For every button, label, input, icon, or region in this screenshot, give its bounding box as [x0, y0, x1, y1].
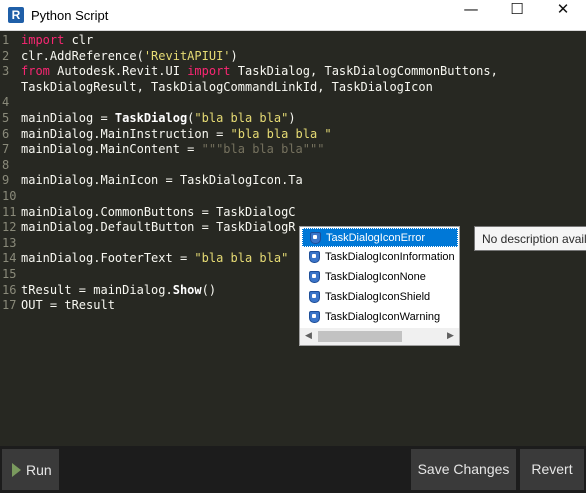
code-token: (): [201, 282, 217, 297]
minimize-button[interactable]: —: [448, 0, 494, 30]
maximize-button[interactable]: ☐: [494, 0, 540, 30]
line-number: 3: [2, 64, 10, 79]
code-token: """bla bla bla""": [201, 142, 325, 157]
code-token: "bla bla bla": [194, 251, 289, 266]
autocomplete-item[interactable]: TaskDialogIconError: [302, 228, 458, 247]
autocomplete-popup[interactable]: TaskDialogIconError TaskDialogIconInforma…: [299, 226, 460, 346]
code-line[interactable]: mainDialog.CommonButtons = TaskDialogC: [21, 205, 296, 219]
code-token: Autodesk.Revit.UI: [49, 64, 188, 79]
code-token: mainDialog.MainInstruction =: [21, 126, 231, 141]
line-number: 15: [2, 267, 17, 281]
code-line[interactable]: OUT = tResult: [21, 298, 115, 312]
code-line[interactable]: mainDialog.MainInstruction = "bla bla bl…: [21, 127, 332, 141]
line-number: 16: [2, 282, 17, 297]
code-line[interactable]: mainDialog.DefaultButton = TaskDialogR: [21, 220, 296, 234]
code-token: 'RevitAPIUI': [143, 48, 231, 63]
code-line[interactable]: mainDialog.FooterText = "bla bla bla": [21, 251, 288, 265]
play-icon: [12, 463, 21, 477]
code-token: "bla bla bla ": [230, 126, 332, 141]
code-token: mainDialog.MainIcon = TaskDialogIcon.Ta: [21, 173, 303, 188]
code-editor[interactable]: 1 2 3 4 5 6 7 8 9 10 11 12 13 14 15 16 17 import clr clr.…: [0, 31, 586, 446]
code-token: ): [288, 111, 296, 125]
code-token: TaskDialog, TaskDialogCommonButtons,: [230, 64, 498, 79]
code-line[interactable]: from Autodesk.Revit.UI import TaskDialog…: [21, 64, 498, 78]
code-token: OUT = tResult: [21, 298, 115, 313]
line-number: 7: [2, 142, 10, 157]
line-number: 14: [2, 251, 17, 266]
code-line[interactable]: mainDialog.MainIcon = TaskDialogIcon.Ta: [21, 173, 303, 187]
autocomplete-item[interactable]: TaskDialogIconNone: [302, 268, 458, 287]
line-number: 12: [2, 220, 17, 235]
scroll-left-icon[interactable]: ◀: [300, 328, 317, 345]
code-token: import: [187, 64, 231, 79]
scroll-right-icon[interactable]: ▶: [442, 328, 459, 345]
run-button[interactable]: Run: [2, 449, 59, 490]
autocomplete-item[interactable]: TaskDialogIconShield: [302, 288, 458, 307]
code-token: Show: [172, 282, 202, 297]
code-token: "bla bla bla": [194, 111, 289, 125]
scrollbar-thumb[interactable]: [318, 331, 402, 342]
line-number: 11: [2, 204, 17, 219]
save-changes-button[interactable]: Save Changes: [411, 449, 516, 490]
code-token: from: [21, 64, 50, 79]
autocomplete-horizontal-scrollbar[interactable]: ◀ ▶: [300, 328, 459, 345]
enum-member-icon: [309, 251, 320, 263]
autocomplete-item-label: TaskDialogIconShield: [325, 291, 431, 303]
code-line[interactable]: TaskDialogResult, TaskDialogCommandLinkI…: [21, 80, 433, 94]
autocomplete-item-label: TaskDialogIconNone: [325, 271, 426, 283]
line-number: 17: [2, 298, 17, 313]
window-title: Python Script: [31, 8, 109, 23]
line-number: 9: [2, 173, 10, 188]
autocomplete-item-label: TaskDialogIconWarning: [325, 311, 441, 323]
autocomplete-item-label: TaskDialogIconInformation: [325, 251, 455, 263]
code-token: tResult = mainDialog.: [21, 282, 173, 297]
enum-member-icon: [309, 311, 320, 323]
line-number-gutter: 1 2 3 4 5 6 7 8 9 10 11 12 13 14 15 16 17: [0, 31, 18, 446]
revit-app-icon: R: [8, 7, 24, 23]
bottom-bar: Run Save Changes Revert: [0, 446, 586, 493]
code-line[interactable]: clr.AddReference('RevitAPIUI'): [21, 49, 238, 63]
code-token: mainDialog.DefaultButton = TaskDialogR: [21, 220, 296, 235]
code-token: mainDialog.MainContent =: [21, 142, 202, 157]
close-button[interactable]: ✕: [540, 0, 586, 30]
revert-button[interactable]: Revert: [520, 449, 584, 490]
line-number: 10: [2, 189, 17, 203]
line-number: 6: [2, 126, 10, 141]
code-line[interactable]: mainDialog.MainContent = """bla bla bla"…: [21, 142, 324, 156]
title-bar: R Python Script — ☐ ✕: [0, 0, 586, 31]
code-token: mainDialog.FooterText =: [21, 251, 195, 266]
autocomplete-item[interactable]: TaskDialogIconInformation: [302, 248, 458, 267]
code-line[interactable]: tResult = mainDialog.Show(): [21, 283, 216, 297]
line-number: 1: [2, 33, 10, 47]
line-number: 5: [2, 111, 10, 125]
enum-member-icon: [310, 232, 321, 244]
code-token: clr.AddReference(: [21, 48, 144, 63]
code-token: mainDialog =: [21, 111, 115, 125]
code-token: clr: [64, 33, 94, 47]
code-token: TaskDialogResult, TaskDialogCommandLinkI…: [21, 79, 433, 94]
code-token: TaskDialog: [114, 111, 188, 125]
code-token: import: [21, 33, 65, 47]
autocomplete-item[interactable]: TaskDialogIconWarning: [302, 308, 458, 327]
description-tooltip: No description available: [474, 226, 586, 251]
line-number: 8: [2, 157, 10, 172]
code-token: mainDialog.CommonButtons = TaskDialogC: [21, 204, 296, 219]
autocomplete-item-label: TaskDialogIconError: [326, 232, 426, 244]
line-number: 4: [2, 95, 10, 110]
code-line[interactable]: mainDialog = TaskDialog("bla bla bla"): [21, 111, 296, 125]
code-line[interactable]: import clr: [21, 33, 93, 47]
enum-member-icon: [309, 291, 320, 303]
line-number: 2: [2, 48, 10, 63]
line-number: 13: [2, 235, 17, 250]
enum-member-icon: [309, 271, 320, 283]
code-token: ): [230, 48, 238, 63]
run-button-label: Run: [26, 462, 52, 478]
